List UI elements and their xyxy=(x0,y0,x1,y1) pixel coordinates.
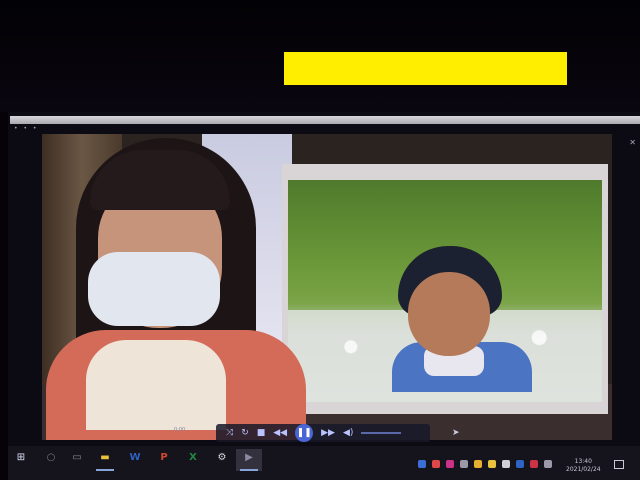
boy-face xyxy=(408,272,490,356)
excel-icon[interactable]: X xyxy=(186,452,200,464)
tray-icon[interactable] xyxy=(516,460,524,468)
media-controls: ⤨ ↻ ■ ◀◀ ❚❚ ▶▶ ◀) xyxy=(216,424,430,442)
task-view-icon[interactable]: ▭ xyxy=(70,452,84,464)
yellow-censor-bar xyxy=(284,52,567,85)
time-elapsed: 0:00 xyxy=(174,427,186,433)
window-title-bar[interactable] xyxy=(10,116,640,124)
mouse-cursor-icon: ➤ xyxy=(452,428,460,438)
shuffle-icon[interactable]: ⤨ xyxy=(226,424,233,442)
search-icon[interactable]: ○ xyxy=(44,452,58,464)
close-icon[interactable]: ✕ xyxy=(629,138,636,147)
repeat-icon[interactable]: ↻ xyxy=(241,424,249,442)
notification-icon[interactable] xyxy=(614,460,624,469)
running-indicator xyxy=(96,469,114,471)
previous-icon[interactable]: ◀◀ xyxy=(273,424,287,442)
running-indicator xyxy=(240,469,258,471)
pause-button[interactable]: ❚❚ xyxy=(295,424,314,442)
tray-icon[interactable] xyxy=(530,460,538,468)
settings-icon[interactable]: ⚙ xyxy=(215,452,229,464)
girl-with-mask xyxy=(46,134,306,440)
tray-icon[interactable] xyxy=(418,460,426,468)
clock-date: 2021/02/24 xyxy=(566,466,601,473)
clock-time: 13:40 xyxy=(574,458,592,465)
tray-icon[interactable] xyxy=(432,460,440,468)
volume-slider[interactable] xyxy=(361,432,402,434)
tray-icon[interactable] xyxy=(488,460,496,468)
tray-icon[interactable] xyxy=(544,460,552,468)
file-explorer-icon[interactable]: ▬ xyxy=(98,452,112,464)
face-mask xyxy=(88,252,220,326)
taskbar-clock[interactable]: 13:40 2021/02/24 xyxy=(566,458,601,474)
media-player-icon[interactable]: ▶ xyxy=(242,452,256,464)
girl-collar xyxy=(86,340,226,430)
tray-icon[interactable] xyxy=(460,460,468,468)
powerpoint-icon[interactable]: P xyxy=(157,452,171,464)
word-icon[interactable]: W xyxy=(128,452,142,464)
video-frame[interactable] xyxy=(42,134,612,440)
tray-icon[interactable] xyxy=(446,460,454,468)
tray-icon[interactable] xyxy=(474,460,482,468)
stop-icon[interactable]: ■ xyxy=(257,424,266,442)
photo-boy xyxy=(392,246,532,392)
window-menu-dots[interactable]: • • • xyxy=(14,125,38,132)
start-icon[interactable]: ⊞ xyxy=(14,452,28,464)
volume-icon[interactable]: ◀) xyxy=(343,424,353,442)
next-icon[interactable]: ▶▶ xyxy=(321,424,335,442)
tray-icon[interactable] xyxy=(502,460,510,468)
